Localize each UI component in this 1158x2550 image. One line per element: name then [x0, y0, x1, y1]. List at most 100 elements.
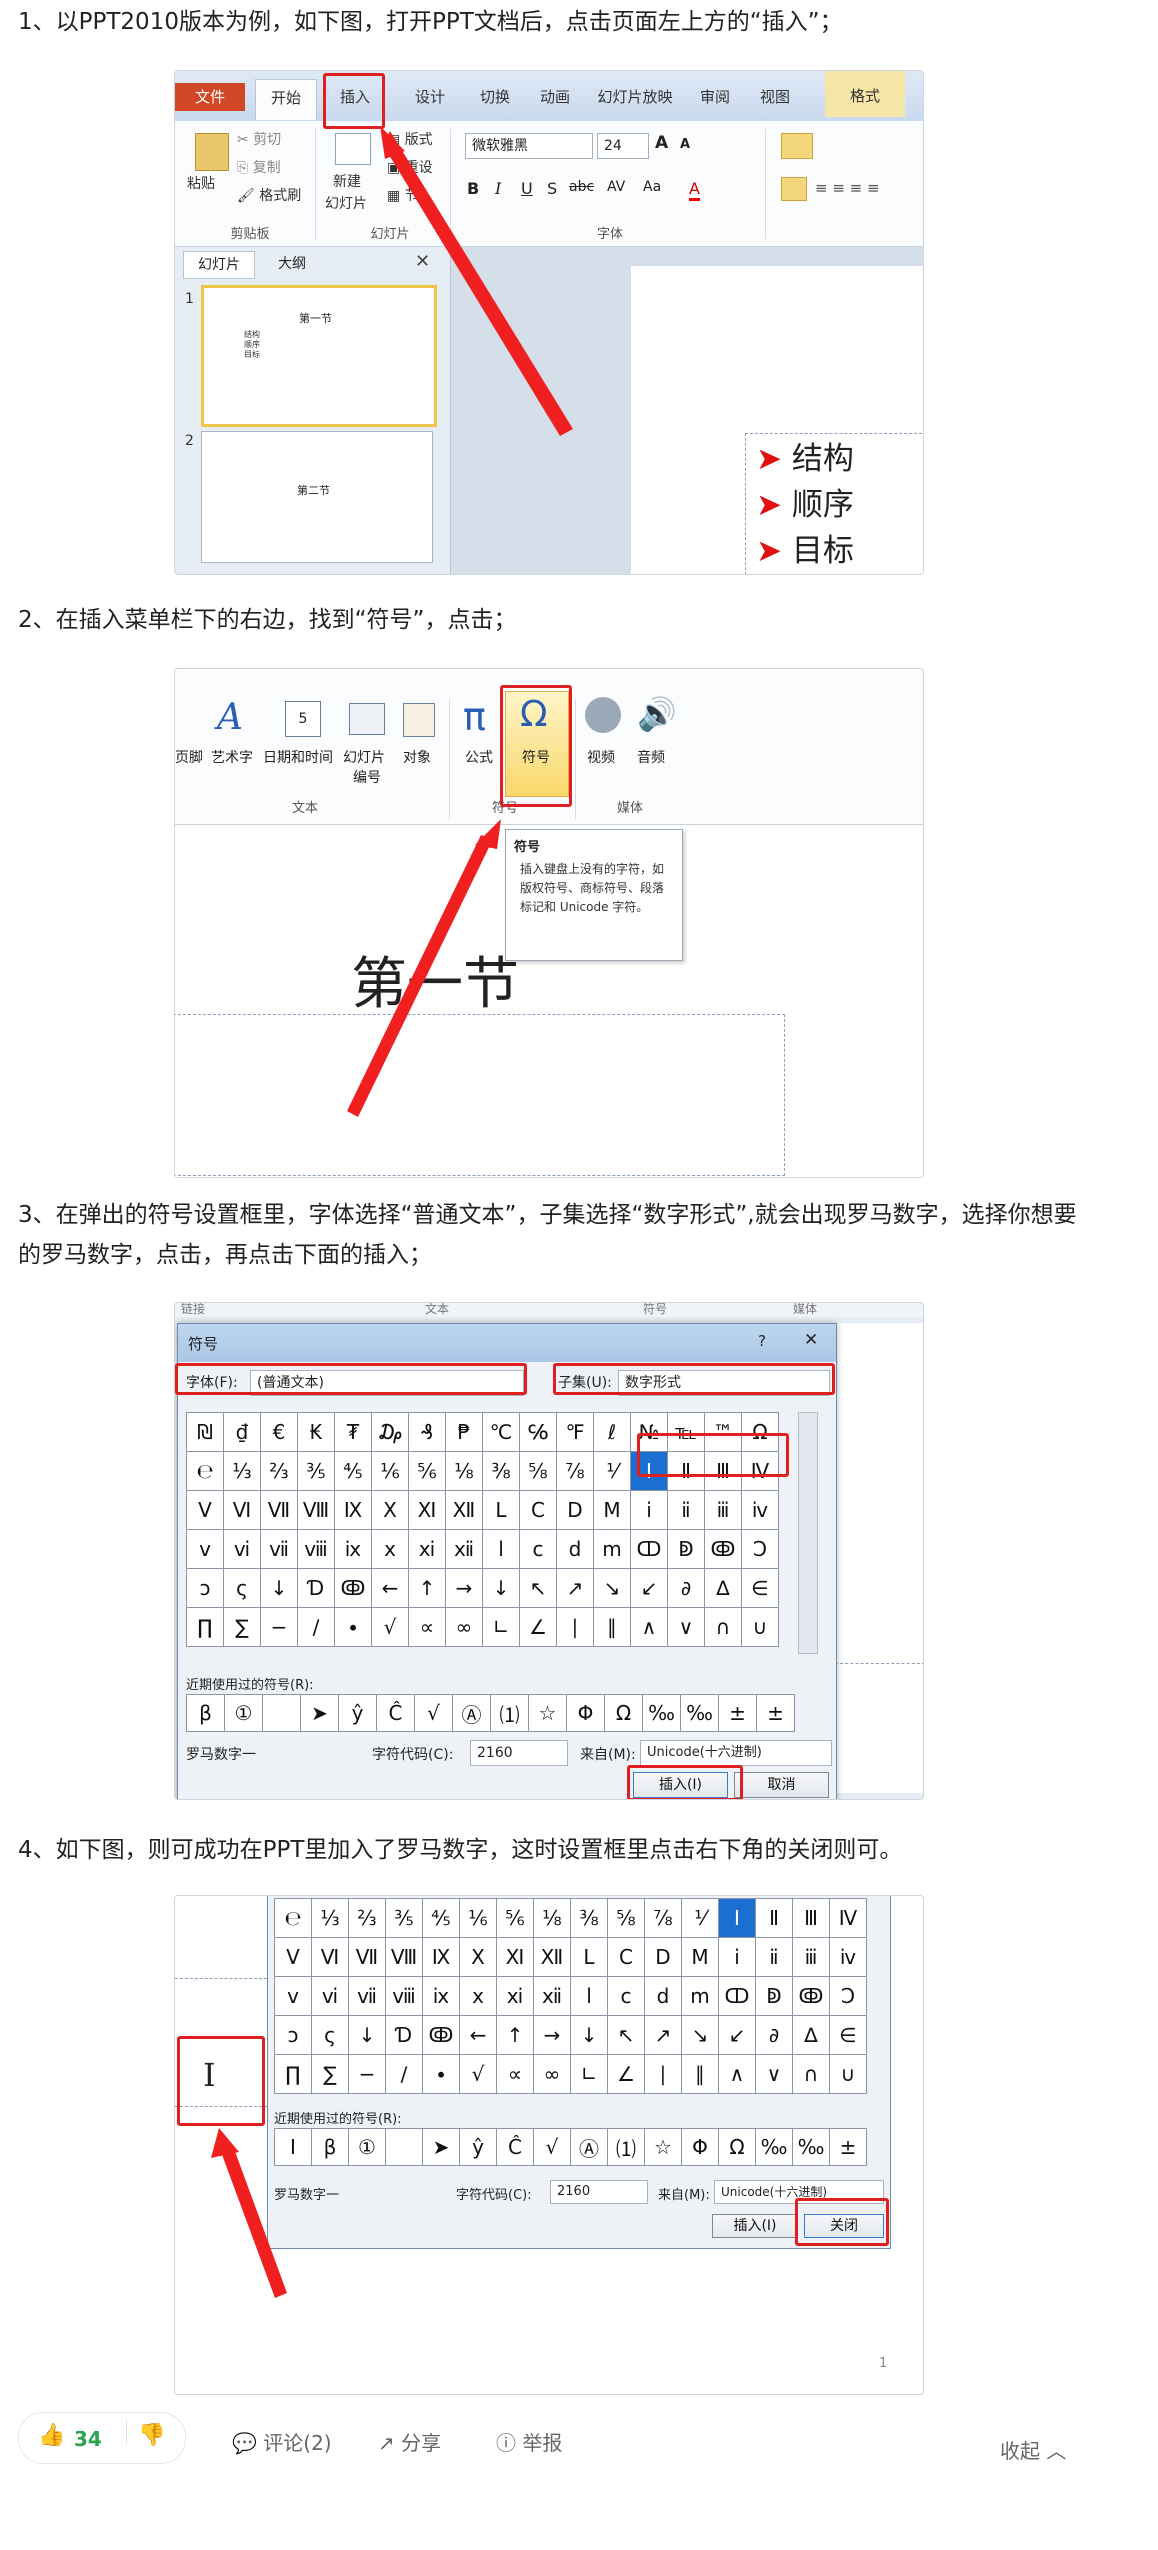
symbol-cell[interactable]: ☆: [528, 1694, 567, 1732]
symbol-cell[interactable]: ⅻ: [445, 1529, 483, 1569]
symbol-cell[interactable]: ⅳ: [741, 1490, 779, 1530]
symbol-cell[interactable]: ₯: [371, 1412, 409, 1452]
symbol-cell[interactable]: ⅵ: [223, 1529, 261, 1569]
symbol-cell[interactable]: Ⅷ: [297, 1490, 335, 1530]
symbol-cell[interactable]: ⅲ: [704, 1490, 742, 1530]
symbol-cell[interactable]: ↘: [593, 1568, 631, 1608]
symbol-cell[interactable]: ↄ: [186, 1568, 224, 1608]
symbol-cell[interactable]: ⅛: [445, 1451, 483, 1491]
symbol-cell[interactable]: Ⅵ: [223, 1490, 261, 1530]
symbol-cell[interactable]: Ⅽ: [519, 1490, 557, 1530]
symbol-cell[interactable]: ↗: [556, 1568, 594, 1608]
symbol-cell[interactable]: ℅: [519, 1412, 557, 1452]
symbol-cell[interactable]: Ⅶ: [260, 1490, 298, 1530]
symbol-cell[interactable]: √: [371, 1607, 409, 1647]
symbol-cell[interactable]: ↖: [519, 1568, 557, 1608]
symbol-cell[interactable]: ↂ: [704, 1529, 742, 1569]
symbol-cell[interactable]: −: [260, 1607, 298, 1647]
symbol-cell[interactable]: ₫: [223, 1412, 261, 1452]
symbol-cell[interactable]: Φ: [566, 1694, 605, 1732]
symbol-cell[interactable]: ⅹ: [371, 1529, 409, 1569]
symbol-cell[interactable]: Ⅿ: [593, 1490, 631, 1530]
symbol-cell[interactable]: ₭: [297, 1412, 335, 1452]
symbol-cell[interactable]: Ⅹ: [371, 1490, 409, 1530]
symbol-cell[interactable]: ⅔: [260, 1451, 298, 1491]
symbol-cell[interactable]: √: [414, 1694, 453, 1732]
symbol-cell[interactable]: ∞: [445, 1607, 483, 1647]
symbol-cell[interactable]: ↀ: [630, 1529, 668, 1569]
symbol-cell[interactable]: ∩: [704, 1607, 742, 1647]
from-select[interactable]: Unicode(十六进制): [640, 1740, 832, 1766]
symbol-cell[interactable]: ∑: [223, 1607, 261, 1647]
symbol-cell[interactable]: ⅟: [593, 1451, 631, 1491]
symbol-cell[interactable]: ⅙: [371, 1451, 409, 1491]
symbol-cell[interactable]: ∠: [519, 1607, 557, 1647]
symbol-cell[interactable]: ↓: [260, 1568, 298, 1608]
symbol-cell[interactable]: ₰: [408, 1412, 446, 1452]
symbol-cell[interactable]: ₪: [186, 1412, 224, 1452]
symbol-cell[interactable]: ⅾ: [556, 1529, 594, 1569]
symbol-cell[interactable]: [262, 1694, 301, 1732]
symbol-cell[interactable]: ∟: [482, 1607, 520, 1647]
symbol-cell[interactable]: ∙: [334, 1607, 372, 1647]
symbol-cell[interactable]: Ĉ: [376, 1694, 415, 1732]
symbol-cell[interactable]: Ⓐ: [452, 1694, 491, 1732]
symbol-cell[interactable]: ℃: [482, 1412, 520, 1452]
symbol-cell[interactable]: Ω: [604, 1694, 643, 1732]
symbol-cell[interactable]: →: [445, 1568, 483, 1608]
symbol-cell[interactable]: ⅘: [334, 1451, 372, 1491]
symbol-cell[interactable]: Ⅺ: [408, 1490, 446, 1530]
symbol-cell[interactable]: ➤: [300, 1694, 339, 1732]
comment-button[interactable]: 💬 评论(2): [232, 2427, 332, 2456]
collapse-button[interactable]: 收起 ︿: [1000, 2435, 1066, 2464]
symbol-cell[interactable]: ℮: [186, 1451, 224, 1491]
share-button[interactable]: ↗ 分享: [378, 2427, 441, 2456]
symbol-cell[interactable]: ↑: [408, 1568, 446, 1608]
symbol-cell[interactable]: β: [186, 1694, 225, 1732]
symbol-cell[interactable]: ŷ: [338, 1694, 377, 1732]
symbol-cell[interactable]: ∆: [704, 1568, 742, 1608]
symbol-cell[interactable]: Ⅴ: [186, 1490, 224, 1530]
thumbs-up-icon[interactable]: 👍: [38, 2423, 65, 2448]
symbol-cell[interactable]: ⅓: [223, 1451, 261, 1491]
symbol-cell[interactable]: ∨: [667, 1607, 705, 1647]
symbol-cell[interactable]: ⅝: [519, 1451, 557, 1491]
symbol-cell[interactable]: ⅼ: [482, 1529, 520, 1569]
symbol-cell[interactable]: ←: [371, 1568, 409, 1608]
symbol-cell[interactable]: Ⅾ: [556, 1490, 594, 1530]
symbol-cell[interactable]: ∂: [667, 1568, 705, 1608]
symbol-cell[interactable]: ⅜: [482, 1451, 520, 1491]
symbol-cell[interactable]: ∕: [297, 1607, 335, 1647]
symbol-cell[interactable]: Ↄ: [741, 1529, 779, 1569]
symbol-cell[interactable]: ①: [224, 1694, 263, 1732]
symbol-cell[interactable]: ∏: [186, 1607, 224, 1647]
symbol-cell[interactable]: Ɗ: [297, 1568, 335, 1608]
symbol-cell[interactable]: ℉: [556, 1412, 594, 1452]
symbol-cell[interactable]: ↁ: [667, 1529, 705, 1569]
symbol-cell[interactable]: ∈: [741, 1568, 779, 1608]
report-button[interactable]: ⓘ 举报: [496, 2427, 562, 2456]
help-icon[interactable]: ?: [758, 1332, 766, 1350]
symbol-cell[interactable]: ⅰ: [630, 1490, 668, 1530]
symbol-cell[interactable]: ⅶ: [260, 1529, 298, 1569]
char-code-field[interactable]: 2160: [470, 1740, 568, 1766]
symbol-cell[interactable]: ∥: [593, 1607, 631, 1647]
grid-scrollbar[interactable]: [798, 1412, 818, 1654]
symbol-cell[interactable]: ℓ: [593, 1412, 631, 1452]
symbol-cell[interactable]: ‰: [680, 1694, 719, 1732]
symbol-cell[interactable]: ⅴ: [186, 1529, 224, 1569]
recent-symbols-grid[interactable]: β ① ➤ ŷ Ĉ √ Ⓐ ⑴ ☆ Φ Ω ‰ ‰ ± ±: [186, 1694, 795, 1732]
symbol-cell[interactable]: ₱: [445, 1412, 483, 1452]
symbol-cell[interactable]: Ⅸ: [334, 1490, 372, 1530]
symbol-cell[interactable]: Ⅻ: [445, 1490, 483, 1530]
symbol-cell[interactable]: ±: [756, 1694, 795, 1732]
cancel-button[interactable]: 取消: [734, 1772, 829, 1798]
symbol-cell[interactable]: ∧: [630, 1607, 668, 1647]
symbol-cell[interactable]: ⅞: [556, 1451, 594, 1491]
symbol-cell[interactable]: ς: [223, 1568, 261, 1608]
symbol-cell[interactable]: ↂ: [334, 1568, 372, 1608]
symbol-cell[interactable]: ‰: [642, 1694, 681, 1732]
symbol-cell[interactable]: ⅗: [297, 1451, 335, 1491]
symbol-cell[interactable]: ±: [718, 1694, 757, 1732]
symbol-cell[interactable]: ⅿ: [593, 1529, 631, 1569]
